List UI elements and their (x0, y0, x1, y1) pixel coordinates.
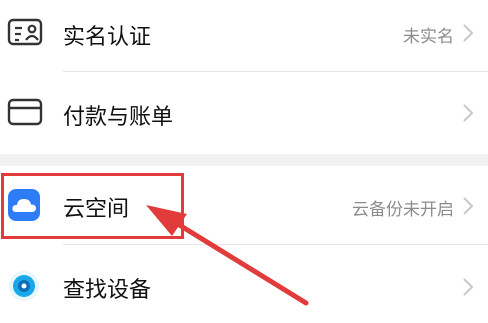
cloud-icon (7, 188, 41, 226)
settings-item-find-device[interactable]: 查找设备 (0, 245, 488, 323)
settings-item-value: 未实名 (403, 27, 454, 47)
chevron-right-icon (462, 277, 474, 301)
chevron-right-icon (462, 103, 474, 127)
id-card-icon (7, 17, 43, 51)
card-icon (7, 97, 43, 131)
settings-item-value: 云备份未开启 (352, 200, 454, 220)
settings-item-cloud-space[interactable]: 云空间 云备份未开启 (0, 166, 488, 244)
settings-item-label: 付款与账单 (63, 105, 174, 130)
section-gap (0, 154, 488, 166)
settings-item-payment[interactable]: 付款与账单 (0, 72, 488, 154)
chevron-right-icon (462, 23, 474, 47)
settings-item-label: 实名认证 (63, 25, 152, 50)
settings-item-label: 云空间 (63, 197, 130, 222)
chevron-right-icon (462, 196, 474, 220)
settings-item-real-name[interactable]: 实名认证 未实名 (0, 0, 488, 70)
locate-icon (7, 269, 41, 307)
settings-item-label: 查找设备 (63, 278, 152, 303)
